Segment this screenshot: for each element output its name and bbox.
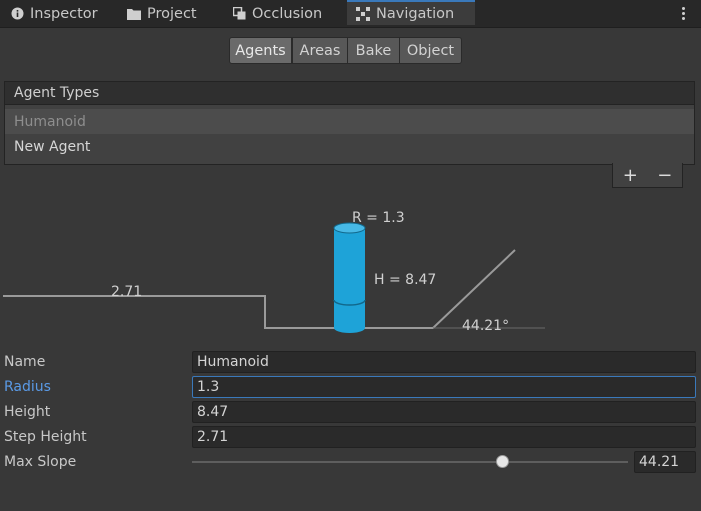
height-label: H = 8.47 — [374, 272, 436, 288]
areas-button[interactable]: Areas — [292, 37, 348, 64]
name-label: Name — [4, 354, 46, 370]
slope-angle-label: 44.21° — [462, 318, 509, 334]
max-slope-field[interactable]: 44.21 — [634, 451, 696, 473]
agent-preview-diagram: R = 1.3 H = 8.47 2.71 44.21° — [3, 210, 545, 334]
radius-field[interactable]: 1.3 — [192, 376, 696, 398]
tab-navigation[interactable]: Navigation — [347, 0, 475, 25]
remove-agent-button[interactable]: − — [648, 163, 683, 187]
agent-types-title: Agent Types — [14, 85, 100, 101]
max-slope-label: Max Slope — [4, 454, 77, 470]
tab-occlusion[interactable]: Occlusion — [232, 0, 322, 27]
tab-inspector[interactable]: Inspector — [10, 0, 98, 27]
step-height-label: 2.71 — [111, 284, 142, 300]
agent-types-header: Agent Types — [4, 81, 695, 105]
step-height-label: Step Height — [4, 429, 87, 445]
occlusion-icon — [232, 7, 246, 21]
list-item-humanoid[interactable]: Humanoid — [5, 109, 694, 134]
max-slope-slider-track[interactable] — [192, 461, 628, 463]
tab-label: Project — [147, 5, 197, 22]
agent-cylinder — [333, 222, 366, 333]
max-slope-slider-thumb[interactable] — [495, 455, 509, 468]
list-item-label: New Agent — [14, 138, 91, 155]
agents-button[interactable]: Agents — [229, 37, 292, 64]
name-field[interactable]: Humanoid — [192, 351, 696, 373]
ground-profile — [3, 249, 516, 329]
add-agent-button[interactable]: + — [613, 163, 648, 187]
list-item-label: Humanoid — [14, 113, 86, 130]
max-slope-value: 44.21 — [639, 454, 680, 470]
tab-label: Navigation — [376, 5, 455, 22]
radius-value: 1.3 — [197, 379, 220, 395]
step-height-value: 2.71 — [197, 429, 229, 445]
list-footer: + − — [612, 163, 683, 188]
step-height-field[interactable]: 2.71 — [192, 426, 696, 448]
more-options-icon[interactable] — [675, 3, 691, 23]
height-label: Height — [4, 404, 51, 420]
tab-label: Occlusion — [252, 5, 323, 22]
height-value: 8.47 — [197, 404, 229, 420]
folder-icon — [127, 7, 141, 21]
object-button[interactable]: Object — [399, 37, 462, 64]
radius-label: R = 1.3 — [352, 210, 405, 226]
list-item-new-agent[interactable]: New Agent — [5, 134, 694, 159]
radius-label: Radius — [4, 379, 51, 395]
tab-label: Inspector — [30, 5, 98, 22]
bake-button[interactable]: Bake — [347, 37, 400, 64]
agent-types-list: Humanoid New Agent — [4, 105, 695, 165]
name-value: Humanoid — [197, 354, 269, 370]
info-icon — [10, 7, 24, 21]
tab-project[interactable]: Project — [127, 0, 197, 27]
window-tab-bar: Inspector Project Occlusion Navigation — [0, 0, 701, 28]
height-field[interactable]: 8.47 — [192, 401, 696, 423]
navigation-icon — [356, 6, 370, 21]
